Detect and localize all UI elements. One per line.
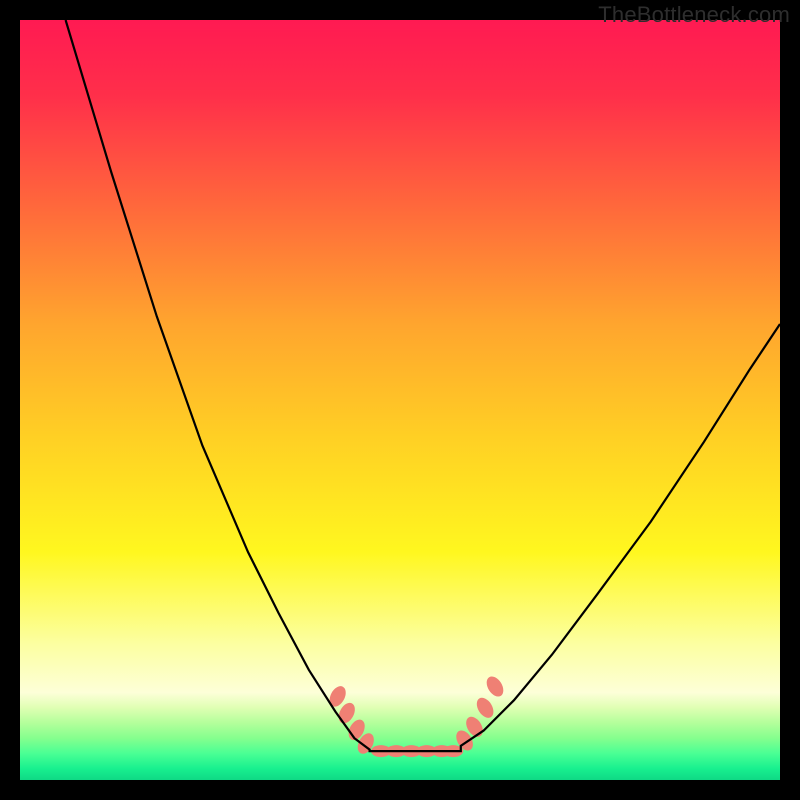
outer-frame: TheBottleneck.com — [0, 0, 800, 800]
curve-marker — [483, 673, 507, 699]
plot-area — [20, 20, 780, 780]
curve-layer — [20, 20, 780, 780]
watermark-label: TheBottleneck.com — [598, 2, 790, 28]
curve-marker — [473, 695, 497, 721]
bottleneck-curve — [66, 20, 780, 751]
marker-group — [326, 673, 506, 757]
